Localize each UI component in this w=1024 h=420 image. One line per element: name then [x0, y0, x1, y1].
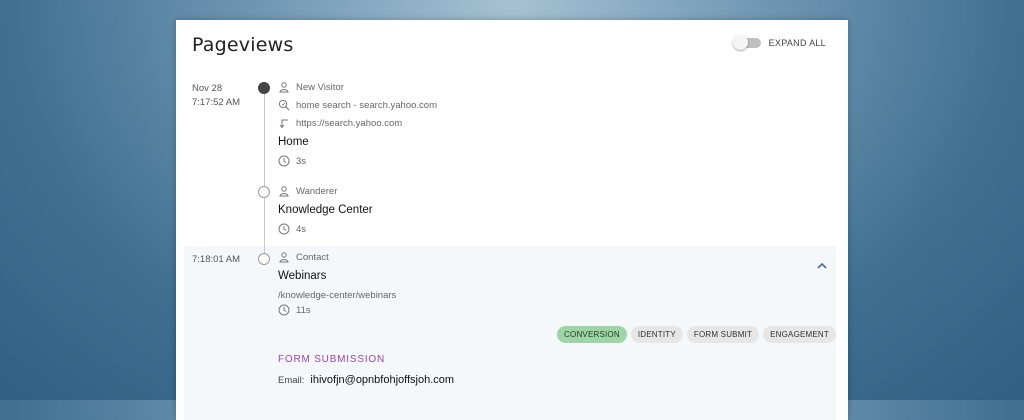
pageviews-card: Pageviews EXPAND ALL Nov 28 7:17:52 AM N…: [176, 20, 848, 420]
page-name[interactable]: Knowledge Center: [278, 204, 373, 216]
toggle-switch[interactable]: [732, 35, 761, 50]
tag-form-submit[interactable]: FORM SUBMIT: [686, 326, 760, 343]
email-label: Email:: [278, 375, 305, 386]
visitor-type: Wanderer: [296, 185, 338, 197]
duration: 11s: [296, 304, 311, 316]
entry-date: 7:18:01 AM: [192, 253, 240, 267]
timeline-line: [264, 88, 265, 258]
clock-icon: [278, 304, 290, 316]
form-submission-heading: FORM SUBMISSION: [278, 354, 386, 365]
referrer-url: https://search.yahoo.com: [296, 117, 403, 129]
clock-icon: [278, 223, 290, 235]
person-icon: [278, 81, 290, 93]
duration-row: 3s: [278, 155, 306, 167]
source-row: home search - search.yahoo.com: [278, 99, 437, 111]
page-title: Pageviews: [192, 34, 294, 56]
clock-icon: [278, 155, 290, 167]
duration-row: 4s: [278, 223, 306, 235]
expand-all-label: EXPAND ALL: [768, 38, 826, 48]
referrer-arrow-icon: [278, 117, 290, 129]
timeline-dot: [258, 253, 270, 265]
entry-date-time: 7:17:52 AM: [192, 97, 241, 108]
visitor-type: New Visitor: [296, 81, 344, 93]
duration: 4s: [296, 223, 307, 235]
person-icon: [278, 185, 290, 197]
visitor-type-row: Wanderer: [278, 185, 337, 197]
entry-date: Nov 28 7:17:52 AM: [192, 82, 240, 110]
form-email-row: Email: ihivofjn@opnbfohjoffsjoh.com: [278, 374, 454, 386]
duration: 3s: [296, 155, 307, 167]
tag-identity[interactable]: IDENTITY: [630, 326, 683, 343]
page-url[interactable]: /knowledge-center/webinars: [278, 290, 396, 301]
page-name[interactable]: Home: [278, 136, 309, 148]
expand-all-toggle[interactable]: EXPAND ALL: [732, 35, 826, 50]
search-source-icon: [278, 99, 290, 111]
referrer-row: https://search.yahoo.com: [278, 117, 402, 129]
person-icon: [278, 251, 290, 263]
visitor-type-row: New Visitor: [278, 81, 344, 93]
timeline-dot: [258, 186, 270, 198]
entry-date-day: Nov 28: [192, 83, 223, 94]
visitor-type: Contact: [296, 251, 329, 263]
page-name[interactable]: Webinars: [278, 270, 326, 282]
event-tags: CONVERSION IDENTITY FORM SUBMIT ENGAGEME…: [557, 326, 836, 343]
tag-engagement[interactable]: ENGAGEMENT: [763, 326, 836, 343]
traffic-source: home search - search.yahoo.com: [296, 99, 437, 111]
toggle-knob: [732, 35, 748, 50]
duration-row: 11s: [278, 304, 311, 316]
timeline-dot-active: [258, 82, 270, 94]
chevron-up-icon[interactable]: [816, 260, 828, 272]
tag-conversion[interactable]: CONVERSION: [557, 326, 627, 343]
visitor-type-row: Contact: [278, 251, 329, 263]
email-value: ihivofjn@opnbfohjoffsjoh.com: [310, 374, 455, 386]
entry-date-time: 7:18:01 AM: [192, 254, 241, 265]
